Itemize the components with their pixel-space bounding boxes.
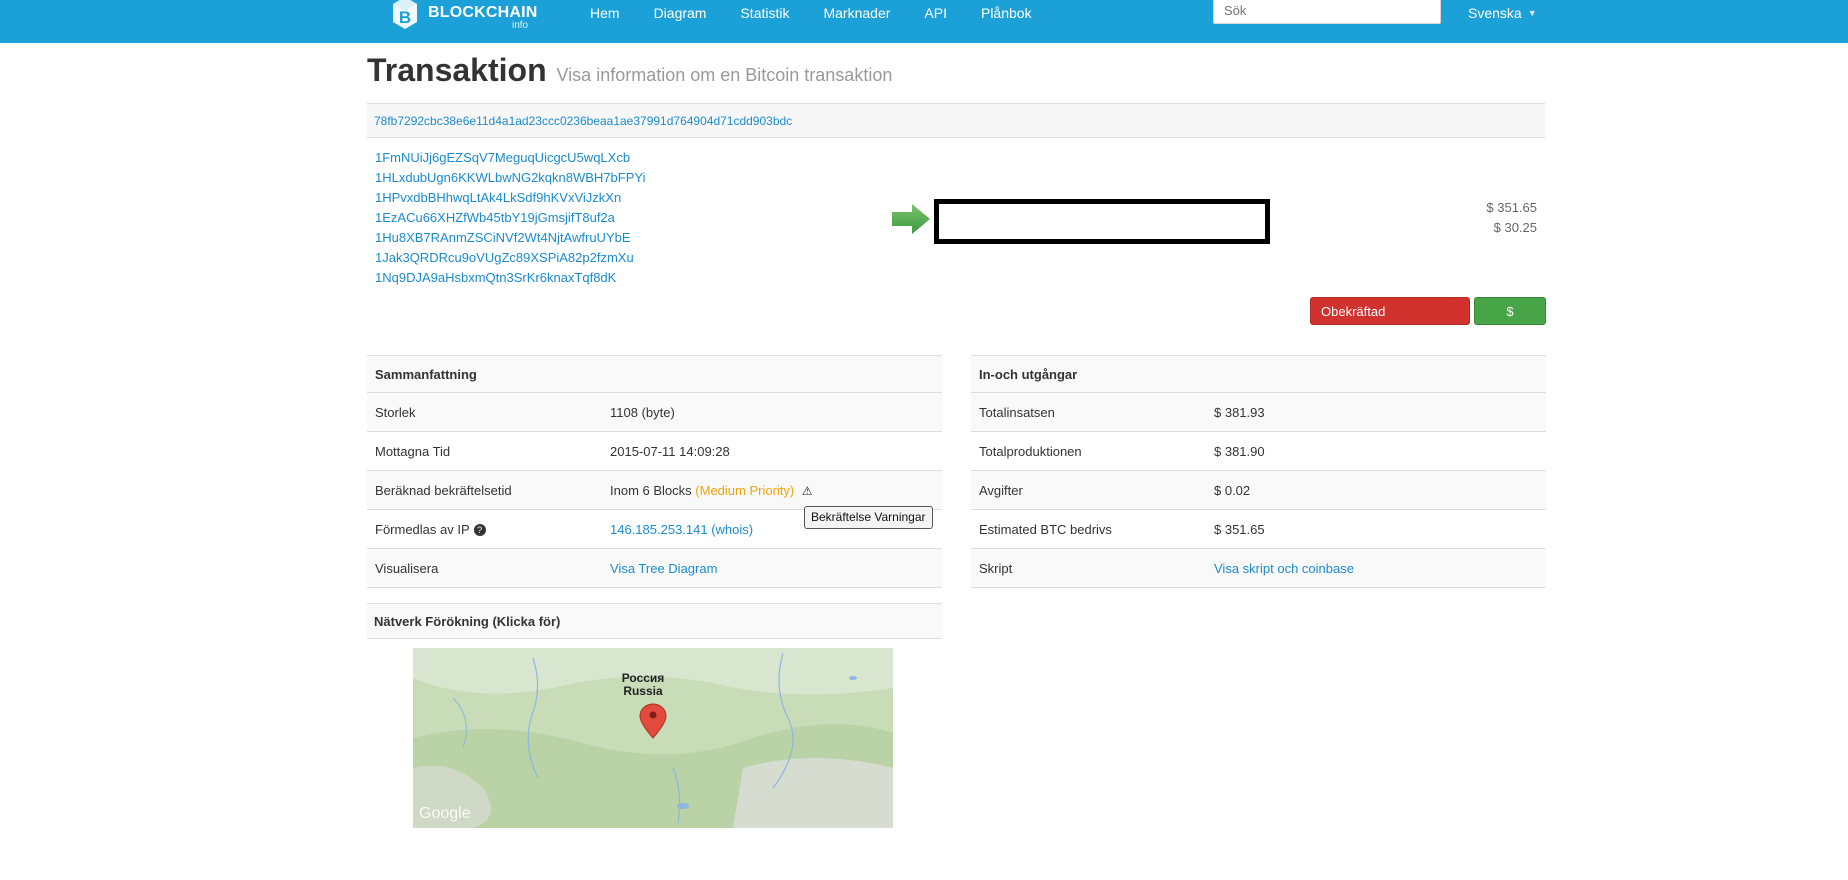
map-label-russia-ru: Россия [622, 671, 665, 685]
input-address[interactable]: 1FmNUiJj6gEZSqV7MeguqUicgcU5wqLXcb [375, 150, 645, 170]
language-label: Svenska [1468, 5, 1522, 21]
table-row: Totalproduktionen $ 381.90 [971, 431, 1546, 471]
input-address[interactable]: 1Hu8XB7RAnmZSCiNVf2Wt4NjtAwfruUYbE [375, 230, 645, 250]
input-address[interactable]: 1Nq9DJA9aHsbxmQtn3SrKr6knaxTqf8dK [375, 270, 645, 290]
table-row: Estimated BTC bedrivs $ 351.65 [971, 509, 1546, 549]
table-row: Visualisera Visa Tree Diagram [367, 548, 942, 588]
page-subtitle: Visa information om en Bitcoin transakti… [556, 65, 893, 85]
row-key: Skript [971, 548, 1206, 588]
nav-planbok[interactable]: Plånbok [981, 0, 1032, 26]
row-key: Förmedlas av IP [375, 521, 470, 537]
row-value: $ 351.65 [1206, 509, 1546, 549]
language-dropdown[interactable]: Svenska ▼ [1468, 5, 1537, 21]
svg-text:B: B [399, 8, 411, 27]
row-key: Mottagna Tid [367, 431, 602, 471]
input-address[interactable]: 1HLxdubUgn6KKWLbwNG2kqkn8WBH7bFPYi [375, 170, 645, 190]
search-input[interactable] [1213, 0, 1441, 24]
map-brand: Google [419, 805, 471, 822]
page-heading: Transaktion [367, 52, 547, 88]
row-value-group: Inom 6 Blocks (Medium Priority) ⚠ [602, 470, 942, 510]
row-key: Totalproduktionen [971, 431, 1206, 471]
total-amount-button[interactable]: $ 381.90 [1474, 297, 1546, 347]
navbar: B BLOCKCHAIN info Hem Diagram Statistik … [0, 0, 1848, 43]
row-key-group: Förmedlas av IP? [367, 509, 602, 549]
nav-api[interactable]: API [924, 0, 947, 26]
row-key: Storlek [367, 392, 602, 432]
arrow-right-icon [892, 204, 930, 234]
question-icon[interactable]: ? [473, 523, 486, 536]
output-values: $ 351.65 $ 30.25 [1486, 200, 1537, 240]
main-nav: Hem Diagram Statistik Marknader API Plån… [590, 0, 1066, 26]
row-key: Visualisera [367, 548, 602, 588]
row-value: $ 0.02 [1206, 470, 1546, 510]
network-map[interactable]: Россия Russia Google [413, 648, 893, 828]
priority-label: (Medium Priority) [695, 482, 795, 498]
input-address[interactable]: 1EzACu66XHZfWb45tbY19jGmsjifT8uf2a [375, 210, 645, 230]
redacted-output-address [934, 199, 1270, 244]
tree-diagram-link[interactable]: Visa Tree Diagram [610, 561, 717, 576]
io-header: In-och utgångar [971, 355, 1546, 393]
inputs-outputs-table: In-och utgångar Totalinsatsen $ 381.93 T… [971, 355, 1546, 588]
nav-diagram[interactable]: Diagram [654, 0, 707, 26]
input-address[interactable]: 1HPvxdbBHhwqLtAk4LkSdf9hKVxViJzkXn [375, 190, 645, 210]
script-coinbase-link[interactable]: Visa skript och coinbase [1214, 561, 1354, 576]
confirmation-estimate: Inom 6 Blocks [610, 482, 692, 498]
warning-icon[interactable]: ⚠ [802, 484, 813, 498]
nav-statistik[interactable]: Statistik [740, 0, 789, 26]
row-value: 2015-07-11 14:09:28 [602, 431, 942, 471]
summary-header: Sammanfattning [367, 355, 942, 393]
chevron-down-icon: ▼ [1527, 8, 1537, 18]
row-key: Estimated BTC bedrivs [971, 509, 1206, 549]
summary-table: Sammanfattning Storlek 1108 (byte) Motta… [367, 355, 942, 588]
row-value: $ 381.90 [1206, 431, 1546, 471]
output-value: $ 351.65 [1486, 200, 1537, 215]
table-row: Totalinsatsen $ 381.93 [971, 392, 1546, 432]
row-value: $ 381.93 [1206, 392, 1546, 432]
row-key: Avgifter [971, 470, 1206, 510]
row-key: Beräknad bekräftelsetid [367, 470, 602, 510]
map-label-russia-en: Russia [623, 684, 663, 698]
relayed-ip-link[interactable]: 146.185.253.141 (whois) [610, 522, 753, 537]
output-value: $ 30.25 [1493, 220, 1537, 235]
table-row: Avgifter $ 0.02 [971, 470, 1546, 510]
page-title: Transaktion Visa information om en Bitco… [367, 52, 892, 89]
confirmation-warnings-tooltip: Bekräftelse Varningar [804, 506, 933, 529]
input-address-list: 1FmNUiJj6gEZSqV7MeguqUicgcU5wqLXcb 1HLxd… [375, 150, 645, 290]
table-row: Skript Visa skript och coinbase [971, 548, 1546, 588]
transaction-hash-row: 78fb7292cbc38e6e11d4a1ad23ccc0236beaa1ae… [367, 103, 1545, 138]
unconfirmed-transaction-button[interactable]: Obekräftad Transaction! [1310, 297, 1470, 347]
table-row: Storlek 1108 (byte) [367, 392, 942, 432]
nav-marknader[interactable]: Marknader [823, 0, 890, 26]
input-address[interactable]: 1Jak3QRDRcu9oVUgZc89XSPiA82p2fzmXu [375, 250, 645, 270]
row-key: Totalinsatsen [971, 392, 1206, 432]
table-row: Mottagna Tid 2015-07-11 14:09:28 [367, 431, 942, 471]
blockchain-logo-icon: B [393, 0, 417, 29]
network-propagation-header[interactable]: Nätverk Förökning (Klicka för) [367, 603, 942, 639]
row-value: 1108 (byte) [602, 392, 942, 432]
brand-sub: info [512, 20, 529, 31]
transaction-hash-link[interactable]: 78fb7292cbc38e6e11d4a1ad23ccc0236beaa1ae… [374, 114, 792, 128]
nav-hem[interactable]: Hem [590, 0, 620, 26]
table-row: Beräknad bekräftelsetid Inom 6 Blocks (M… [367, 470, 942, 510]
